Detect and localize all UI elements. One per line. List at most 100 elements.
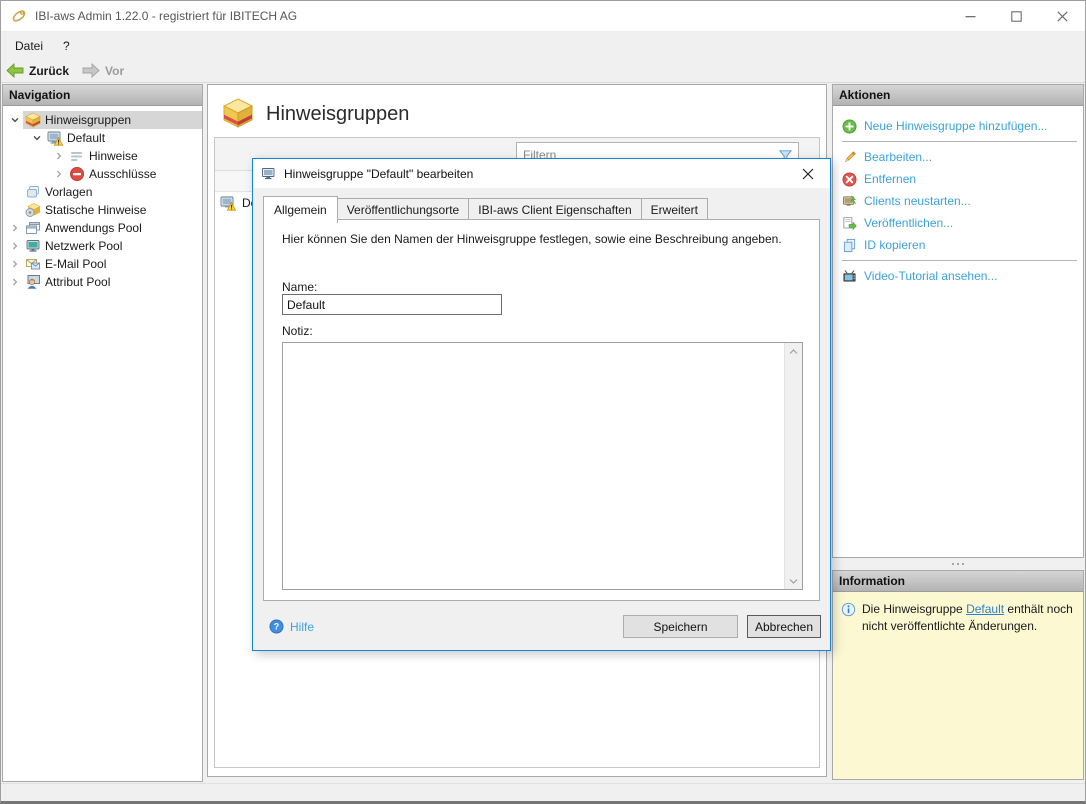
chevron-right-icon[interactable]	[7, 223, 23, 233]
tab-allgemein[interactable]: Allgemein	[263, 196, 338, 223]
svg-text:?: ?	[274, 622, 279, 632]
action-label: Entfernen	[864, 172, 917, 186]
chevron-right-icon[interactable]	[7, 277, 23, 287]
minimize-icon	[965, 15, 975, 17]
action-add-notice-group[interactable]: Neue Hinweisgruppe hinzufügen...	[833, 115, 1083, 137]
publish-icon	[842, 216, 857, 231]
note-scrollbar[interactable]	[784, 343, 802, 589]
note-textarea[interactable]	[283, 343, 785, 589]
info-default-link[interactable]: Default	[966, 602, 1004, 616]
tree-item-default[interactable]: Default	[3, 129, 202, 147]
dialog-title-bar: Hinweisgruppe "Default" bearbeiten	[253, 159, 830, 188]
close-icon	[802, 168, 813, 179]
action-publish[interactable]: Veröffentlichen...	[833, 212, 1083, 234]
info-icon	[841, 602, 856, 617]
maximize-button[interactable]	[993, 1, 1039, 31]
copy-icon	[842, 238, 857, 253]
templates-icon	[25, 184, 41, 200]
tree-item-label: Netzwerk Pool	[45, 239, 123, 253]
notice-group-warning-icon	[47, 130, 63, 146]
tree-item-label: Hinweisgruppen	[45, 113, 132, 127]
notices-icon	[69, 148, 85, 164]
cancel-button[interactable]: Abbrechen	[747, 615, 821, 638]
name-input[interactable]	[282, 294, 502, 315]
tree-item-vorlagen[interactable]: Vorlagen	[3, 183, 202, 201]
dialog-monitor-icon	[261, 166, 277, 182]
help-label: Hilfe	[290, 619, 315, 634]
tree-item-label: Default	[67, 131, 106, 145]
edit-icon	[842, 150, 857, 165]
help-link[interactable]: ? Hilfe	[269, 619, 314, 634]
action-label: Veröffentlichen...	[864, 216, 954, 230]
tree-item-label: E-Mail Pool	[45, 257, 107, 271]
dialog-close-button[interactable]	[785, 159, 830, 188]
note-label: Notiz:	[282, 324, 313, 338]
tree-item-email-pool[interactable]: E-Mail Pool	[3, 255, 202, 273]
maximize-icon	[1010, 10, 1022, 22]
chevron-right-icon[interactable]	[51, 169, 67, 179]
tree-item-ausschluesse[interactable]: Ausschlüsse	[3, 165, 202, 183]
chevron-right-icon[interactable]	[51, 151, 67, 161]
action-video-tutorial[interactable]: Video-Tutorial ansehen...	[833, 265, 1083, 287]
chevron-right-icon[interactable]	[7, 241, 23, 251]
static-notices-icon	[25, 202, 41, 218]
action-edit[interactable]: Bearbeiten...	[833, 146, 1083, 168]
email-pool-icon	[25, 256, 41, 272]
tree-item-statische-hinweise[interactable]: Statische Hinweise	[3, 201, 202, 219]
help-icon: ?	[269, 619, 284, 634]
tree-item-label: Vorlagen	[45, 185, 93, 199]
info-text-before: Die Hinweisgruppe	[862, 602, 967, 616]
tree-item-label: Statische Hinweise	[45, 203, 147, 217]
minimize-button[interactable]	[947, 1, 993, 31]
scroll-up-icon[interactable]	[785, 343, 802, 360]
close-button[interactable]	[1039, 1, 1085, 31]
action-remove[interactable]: Entfernen	[833, 168, 1083, 190]
tree-item-hinweisgruppen[interactable]: Hinweisgruppen	[3, 111, 202, 129]
panel-splitter-grip[interactable]	[832, 558, 1084, 570]
navigation-tree: Hinweisgruppen Default Hinweise Ausschlü…	[3, 106, 202, 291]
tree-item-label: Hinweise	[89, 149, 138, 163]
action-restart-clients[interactable]: Clients neustarten...	[833, 190, 1083, 212]
remove-icon	[842, 172, 857, 187]
navigation-header: Navigation	[3, 85, 202, 106]
status-bar	[1, 783, 1085, 801]
tree-item-netzwerk-pool[interactable]: Netzwerk Pool	[3, 237, 202, 255]
back-label: Zurück	[29, 63, 70, 78]
actions-separator	[842, 260, 1077, 261]
right-column: Aktionen Neue Hinweisgruppe hinzufügen..…	[832, 84, 1084, 780]
notice-groups-icon	[25, 112, 41, 128]
edit-notice-group-dialog: Hinweisgruppe "Default" bearbeiten Allge…	[252, 158, 831, 651]
chevron-right-icon[interactable]	[7, 259, 23, 269]
scroll-down-icon[interactable]	[785, 572, 802, 589]
tree-item-hinweise[interactable]: Hinweise	[3, 147, 202, 165]
restart-clients-icon	[842, 194, 857, 209]
close-icon	[1056, 10, 1068, 22]
page-title: Hinweisgruppen	[266, 103, 410, 125]
forward-button[interactable]: Vor	[77, 59, 132, 82]
menu-item-help[interactable]: ?	[53, 32, 80, 59]
add-icon	[842, 119, 857, 134]
title-bar: IBI-aws Admin 1.22.0 - registriert für I…	[1, 1, 1085, 32]
chevron-down-icon[interactable]	[29, 133, 45, 143]
tab-page-allgemein: Hier können Sie den Namen der Hinweisgru…	[263, 219, 820, 601]
forward-label: Vor	[105, 63, 125, 78]
back-button[interactable]: Zurück	[1, 59, 77, 82]
action-copy-id[interactable]: ID kopieren	[833, 234, 1083, 256]
name-label: Name:	[282, 280, 318, 294]
tree-item-anwendungs-pool[interactable]: Anwendungs Pool	[3, 219, 202, 237]
chevron-down-icon[interactable]	[7, 115, 23, 125]
menu-bar: Datei ?	[1, 32, 1085, 59]
save-button[interactable]: Speichern	[623, 615, 738, 638]
tree-item-attribut-pool[interactable]: Attribut Pool	[3, 273, 202, 291]
note-field	[282, 342, 803, 590]
action-label: Video-Tutorial ansehen...	[864, 269, 998, 283]
window-title: IBI-aws Admin 1.22.0 - registriert für I…	[35, 9, 298, 23]
forward-arrow-icon	[82, 63, 100, 78]
dialog-description: Hier können Sie den Namen der Hinweisgru…	[282, 232, 782, 246]
menu-item-datei[interactable]: Datei	[1, 32, 53, 59]
tree-item-label: Attribut Pool	[45, 275, 111, 289]
actions-separator	[842, 141, 1077, 142]
action-label: Bearbeiten...	[864, 150, 933, 164]
action-label: Neue Hinweisgruppe hinzufügen...	[864, 119, 1048, 133]
application-pool-icon	[25, 220, 41, 236]
